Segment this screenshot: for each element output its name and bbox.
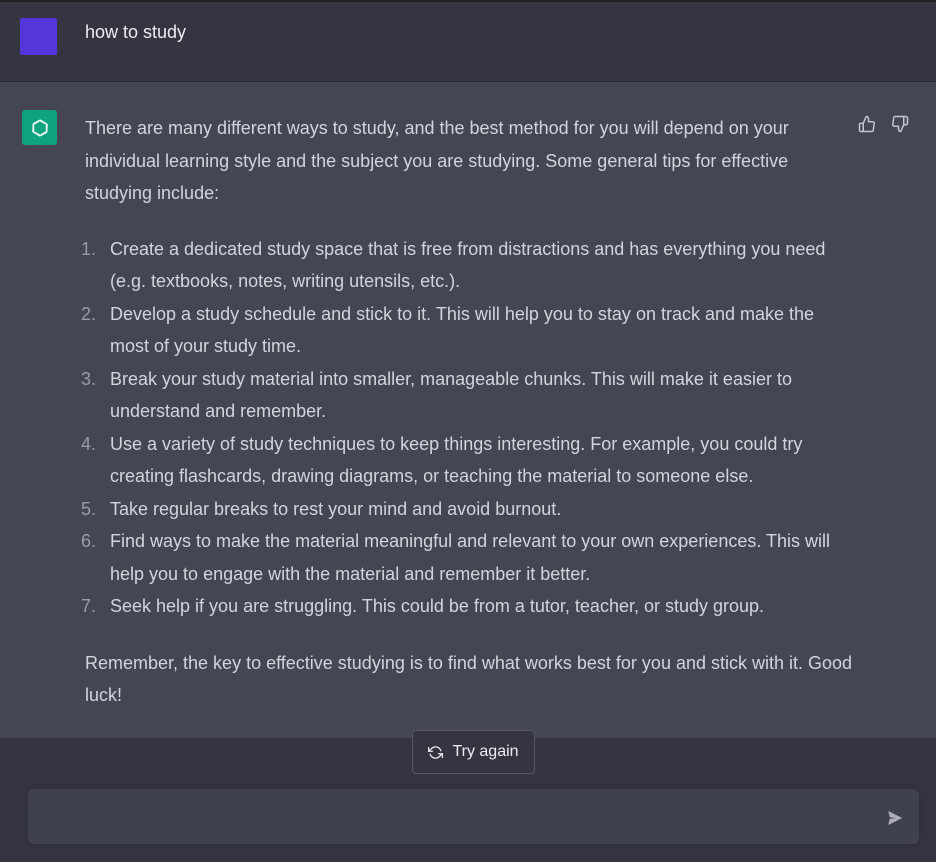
list-item-text: Break your study material into smaller, … [110, 368, 792, 422]
list-item-text: Develop a study schedule and stick to it… [110, 303, 815, 357]
thumbs-up-icon [858, 115, 875, 133]
bottom-panel: Try again [0, 730, 936, 862]
assistant-avatar [22, 110, 57, 145]
send-icon [888, 810, 903, 826]
thumbs-down-button[interactable] [891, 115, 909, 133]
chat-page: how to study There are many different wa… [0, 0, 936, 862]
list-item-text: Find ways to make the material meaningfu… [110, 531, 831, 584]
list-number: 4. [81, 433, 97, 454]
list-number: 1. [81, 238, 97, 259]
list-item-text: Use a variety of study techniques to kee… [110, 433, 803, 487]
try-again-button[interactable]: Try again [412, 730, 535, 774]
list-item: 2. Develop a study schedule and stick to … [81, 298, 855, 363]
list-item-text: Create a dedicated study space that is f… [110, 238, 826, 292]
user-message-row: how to study [0, 2, 936, 82]
list-number: 2. [81, 303, 97, 324]
list-item: 1. Create a dedicated study space that is… [81, 233, 855, 298]
tips-list: 1. Create a dedicated study space that is… [81, 233, 855, 623]
list-item-text: Take regular breaks to rest your mind an… [110, 498, 562, 519]
refresh-icon [428, 745, 444, 759]
list-number: 5. [81, 498, 97, 519]
list-item: 7. Seek help if you are struggling. This … [81, 590, 855, 623]
try-again-label: Try again [452, 743, 519, 760]
reply-intro: There are many different ways to study, … [85, 118, 789, 203]
message-input[interactable] [44, 789, 874, 844]
reply-outro: Remember, the key to effective studying … [85, 652, 853, 706]
list-number: 6. [81, 531, 97, 551]
message-composer [28, 789, 919, 844]
list-item-text: Seek help if you are struggling. This co… [110, 596, 765, 616]
list-item: 6. Find ways to make the material meaning… [81, 525, 855, 590]
assistant-message-row: There are many different ways to study, … [0, 82, 936, 738]
send-button[interactable] [884, 807, 906, 829]
user-avatar [20, 18, 57, 55]
list-item: 4. Use a variety of study techniques to k… [81, 428, 855, 493]
list-number: 3. [81, 368, 97, 389]
list-number: 7. [81, 596, 97, 616]
openai-logo-icon [31, 118, 48, 137]
list-item: 5. Take regular breaks to rest your mind … [81, 493, 855, 526]
thumbs-up-button[interactable] [858, 115, 876, 133]
assistant-message: There are many different ways to study, … [81, 112, 855, 712]
thumbs-down-icon [892, 115, 909, 133]
list-item: 3. Break your study material into smaller… [81, 363, 855, 428]
user-message-text: how to study [85, 22, 187, 42]
